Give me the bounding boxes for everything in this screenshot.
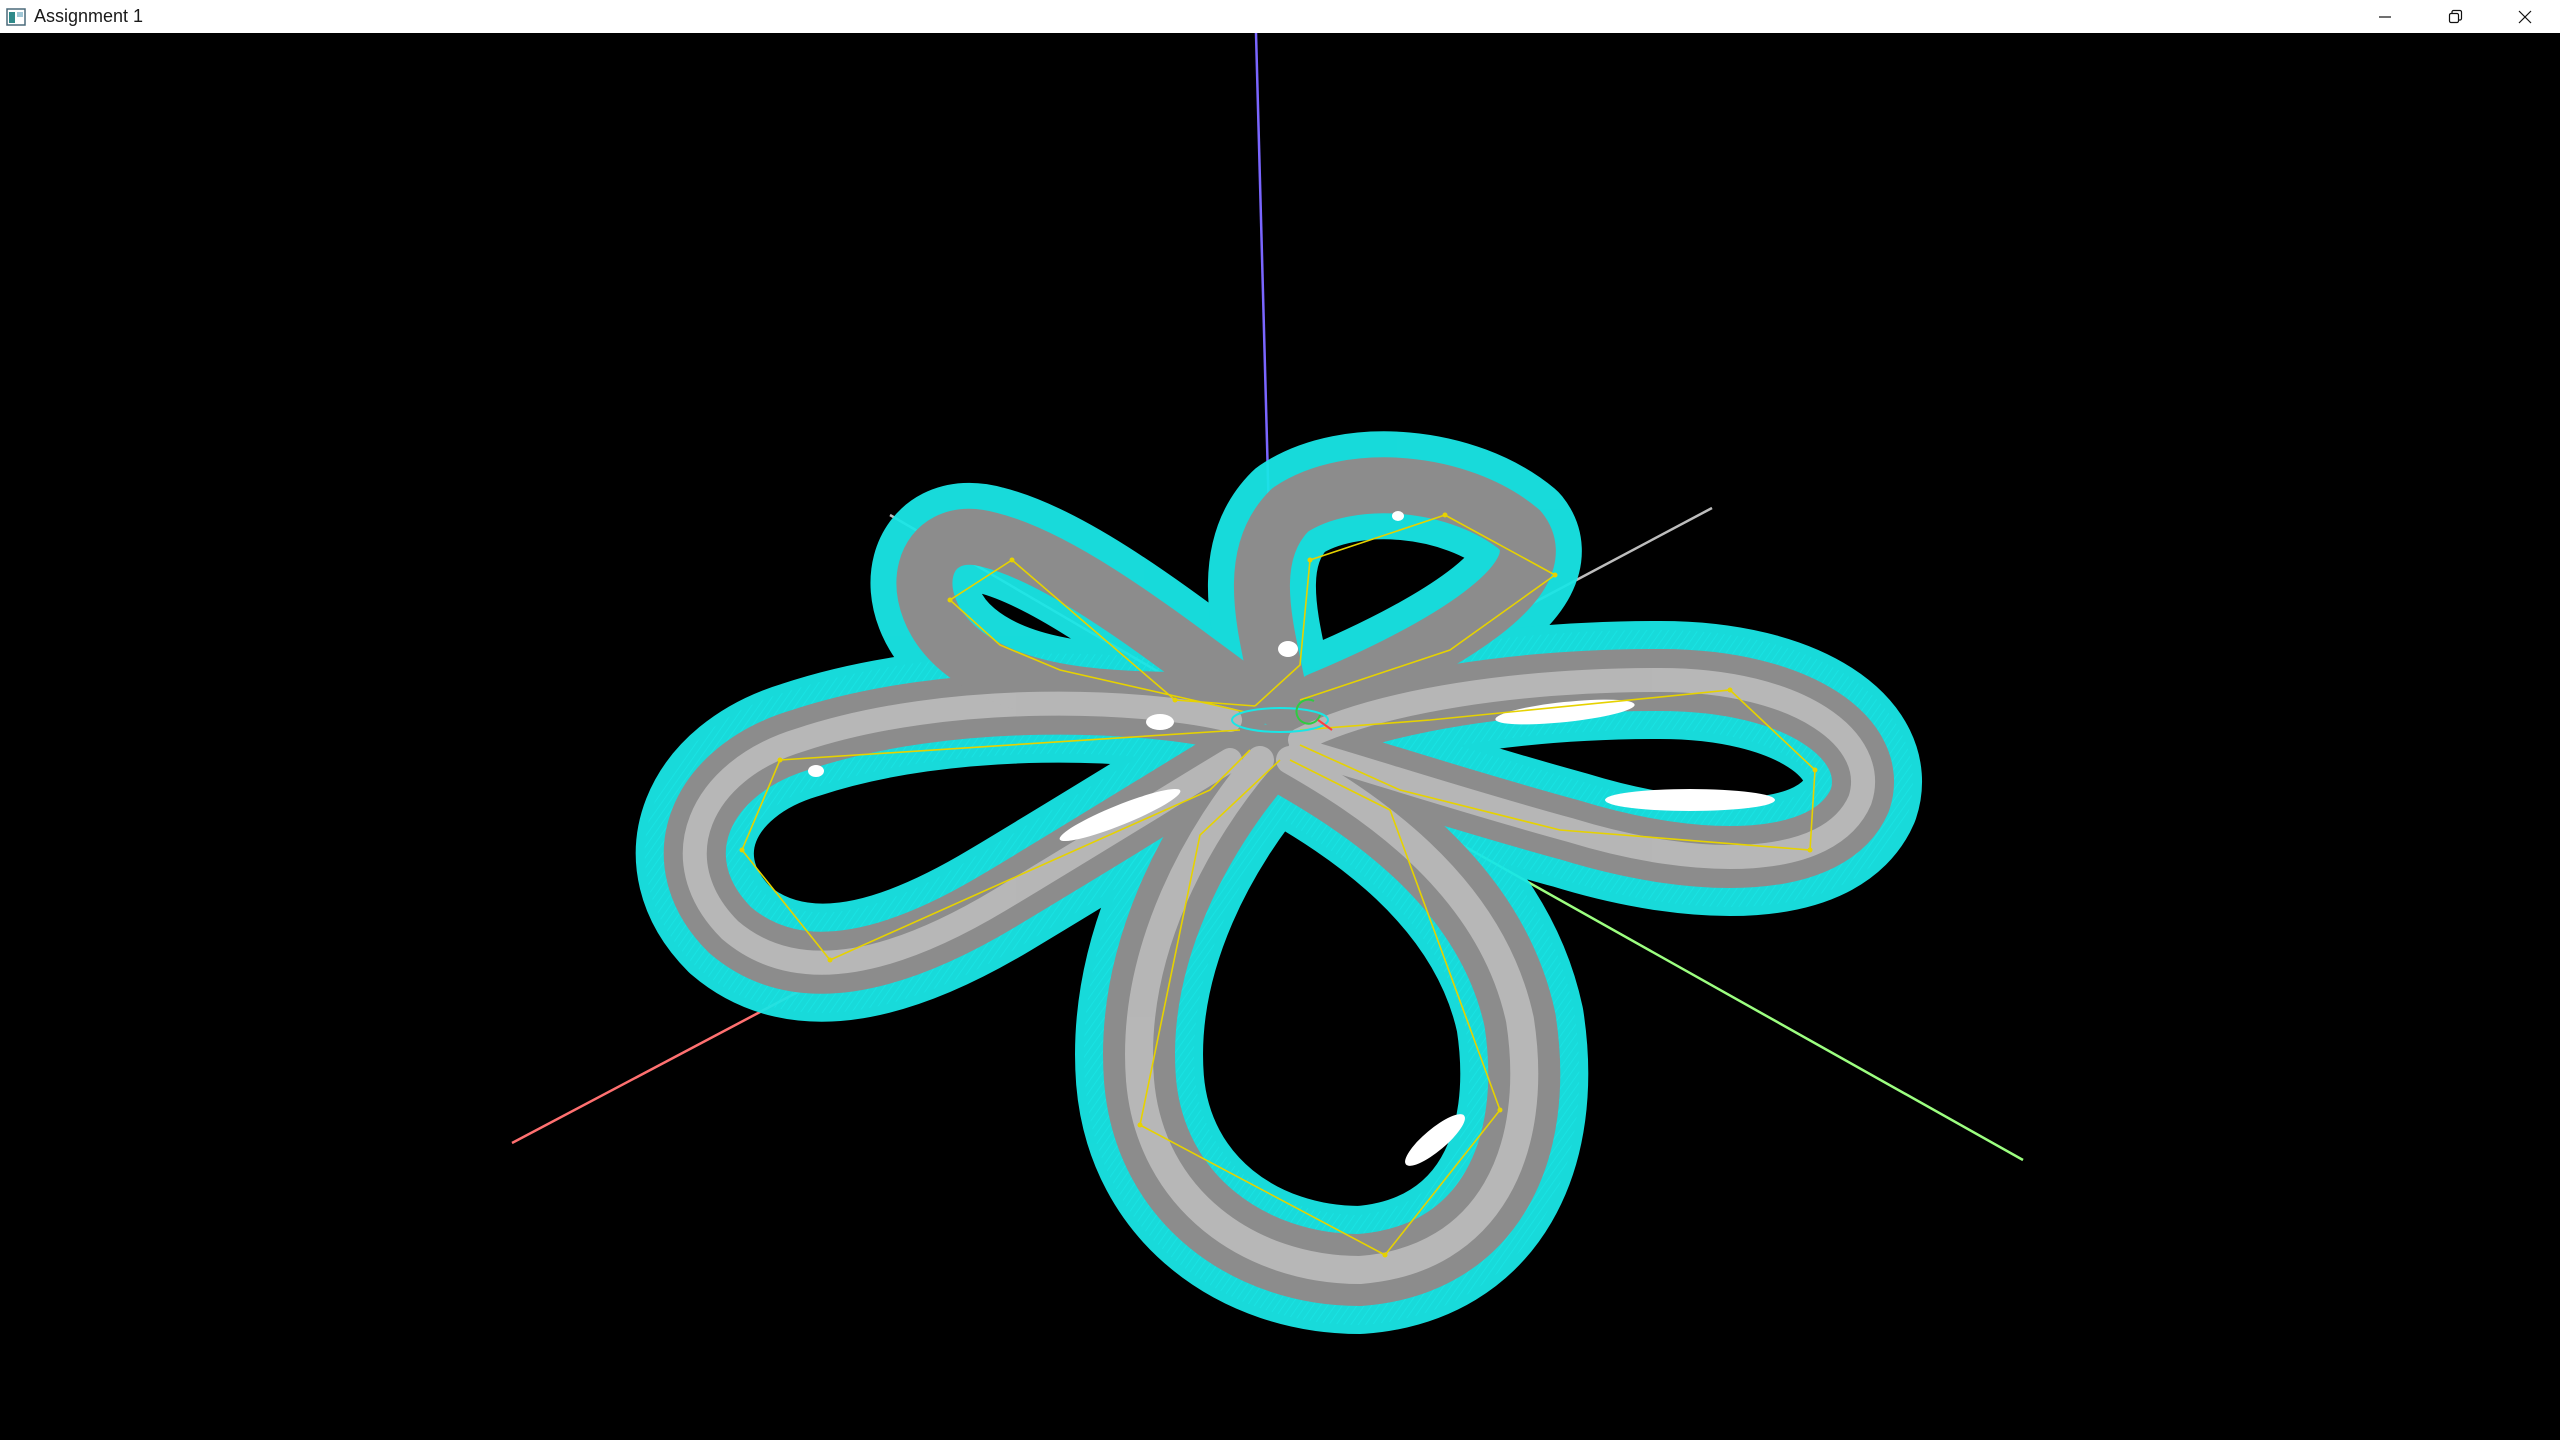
restore-icon bbox=[2448, 9, 2463, 23]
swept-tube-surface bbox=[635, 431, 1922, 1334]
window-controls bbox=[2350, 0, 2560, 33]
restore-button[interactable] bbox=[2420, 0, 2490, 33]
close-button[interactable] bbox=[2490, 0, 2560, 33]
scene-svg bbox=[511, 33, 2024, 1334]
minimize-button[interactable] bbox=[2350, 0, 2420, 33]
minimize-icon bbox=[2379, 15, 2391, 18]
title-bar[interactable]: Assignment 1 bbox=[0, 0, 2560, 33]
app-window: Assignment 1 bbox=[0, 0, 2560, 1440]
close-icon bbox=[2518, 10, 2532, 23]
window-app-icon bbox=[6, 7, 26, 27]
window-title: Assignment 1 bbox=[34, 6, 144, 26]
gl-viewport[interactable] bbox=[0, 33, 2560, 1440]
